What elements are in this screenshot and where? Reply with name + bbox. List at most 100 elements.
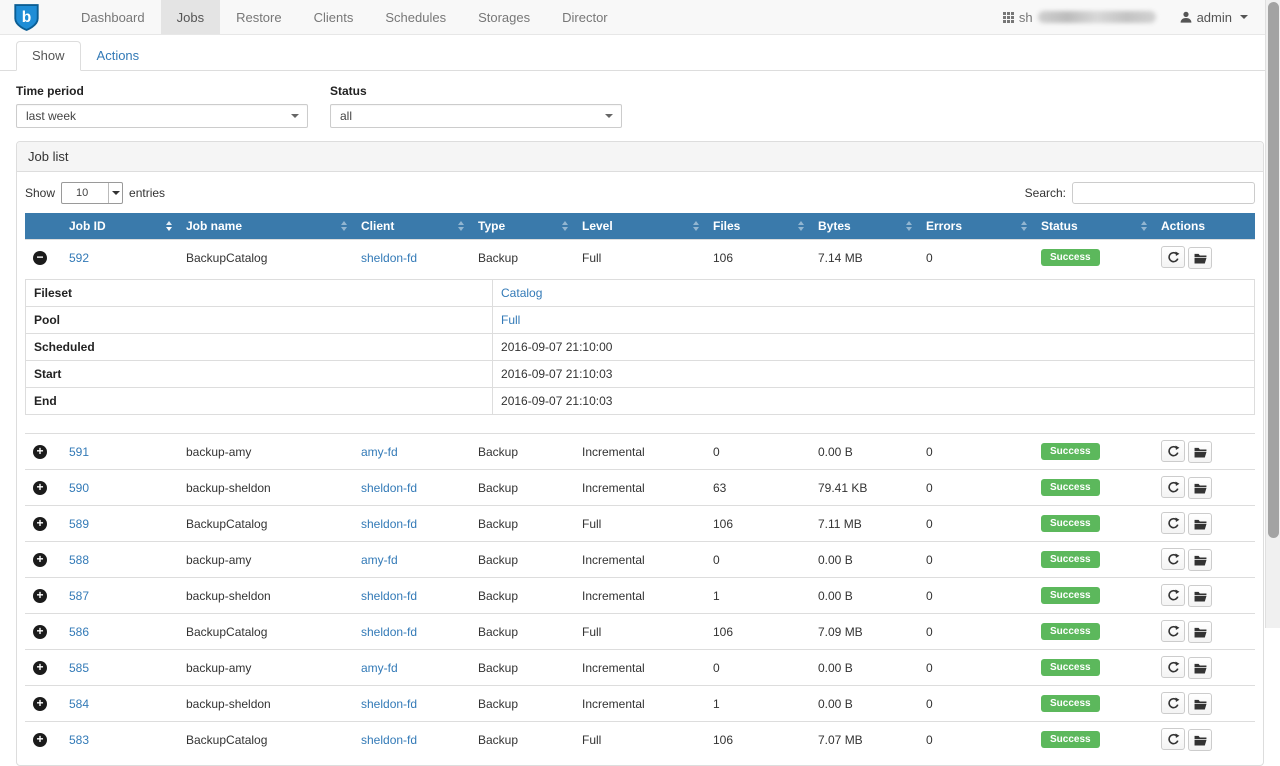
detail-row-pool: Pool Full: [26, 307, 1255, 334]
col-type[interactable]: Type: [470, 213, 574, 240]
client-link[interactable]: amy-fd: [361, 445, 398, 459]
cell-type: Backup: [470, 542, 574, 578]
job-id-link[interactable]: 588: [69, 553, 89, 567]
job-id-link[interactable]: 589: [69, 517, 89, 531]
rerun-job-button[interactable]: [1161, 728, 1185, 750]
cell-level: Full: [574, 240, 705, 276]
job-id-link[interactable]: 592: [69, 251, 89, 265]
job-row-584: +584backup-sheldonsheldon-fdBackupIncrem…: [25, 686, 1255, 722]
client-link[interactable]: amy-fd: [361, 553, 398, 567]
detail-row-fileset: FilesetCatalog: [26, 280, 1255, 307]
client-link[interactable]: sheldon-fd: [361, 697, 417, 711]
nav-item-storages[interactable]: Storages: [462, 0, 546, 34]
expand-row-icon[interactable]: +: [33, 733, 47, 747]
client-link[interactable]: sheldon-fd: [361, 625, 417, 639]
detail-value: Full: [493, 307, 1255, 334]
scrollbar-thumb[interactable]: [1268, 2, 1279, 538]
cell-bytes: 0.00 B: [810, 578, 918, 614]
cell-level: Full: [574, 722, 705, 758]
nav-item-schedules[interactable]: Schedules: [369, 0, 462, 34]
restore-job-button[interactable]: [1188, 621, 1212, 643]
restore-job-button[interactable]: [1188, 657, 1212, 679]
restore-job-button[interactable]: [1188, 693, 1212, 715]
col-client[interactable]: Client: [353, 213, 470, 240]
cell-job-id: 584: [61, 686, 178, 722]
col-status[interactable]: Status: [1033, 213, 1153, 240]
page-length-select[interactable]: 10: [61, 182, 123, 204]
nav-item-clients[interactable]: Clients: [298, 0, 370, 34]
detail-value-link[interactable]: Catalog: [501, 286, 542, 300]
detail-row-end: End2016-09-07 21:10:03: [26, 388, 1255, 415]
expand-row-icon[interactable]: +: [33, 481, 47, 495]
client-link[interactable]: sheldon-fd: [361, 481, 417, 495]
job-id-link[interactable]: 584: [69, 697, 89, 711]
col-bytes[interactable]: Bytes: [810, 213, 918, 240]
rerun-job-button[interactable]: [1161, 440, 1185, 462]
vertical-scrollbar[interactable]: [1265, 0, 1280, 628]
restore-job-button[interactable]: [1188, 729, 1212, 751]
job-id-link[interactable]: 586: [69, 625, 89, 639]
cell-status: Success: [1033, 650, 1153, 686]
rerun-job-button[interactable]: [1161, 656, 1185, 678]
client-link[interactable]: sheldon-fd: [361, 589, 417, 603]
filters-row: Time period last week Status all: [16, 84, 1264, 128]
rerun-job-button[interactable]: [1161, 246, 1185, 268]
cell-type: Backup: [470, 650, 574, 686]
job-id-link[interactable]: 591: [69, 445, 89, 459]
cell-errors: 0: [918, 722, 1033, 758]
tab-show[interactable]: Show: [16, 41, 81, 71]
nav-item-dashboard[interactable]: Dashboard: [65, 0, 161, 34]
restore-job-button[interactable]: [1188, 247, 1212, 269]
job-id-link[interactable]: 590: [69, 481, 89, 495]
expand-row-icon[interactable]: +: [33, 553, 47, 567]
tab-actions[interactable]: Actions: [81, 41, 156, 71]
col-job-name[interactable]: Job name: [178, 213, 353, 240]
col-errors[interactable]: Errors: [918, 213, 1033, 240]
director-host-menu[interactable]: sh: [1003, 10, 1156, 25]
rerun-job-button[interactable]: [1161, 584, 1185, 606]
collapse-row-icon[interactable]: −: [33, 251, 47, 265]
client-link[interactable]: sheldon-fd: [361, 251, 417, 265]
restore-job-button[interactable]: [1188, 477, 1212, 499]
detail-value-link[interactable]: Full: [501, 313, 520, 327]
rerun-job-button[interactable]: [1161, 512, 1185, 534]
expand-row-icon[interactable]: +: [33, 517, 47, 531]
user-dropdown[interactable]: admin: [1180, 10, 1248, 25]
cell-errors: 0: [918, 686, 1033, 722]
restore-job-button[interactable]: [1188, 549, 1212, 571]
bareos-logo[interactable]: b: [14, 0, 65, 34]
rerun-job-button[interactable]: [1161, 548, 1185, 570]
col-files[interactable]: Files: [705, 213, 810, 240]
nav-item-director[interactable]: Director: [546, 0, 624, 34]
cell-files: 106: [705, 614, 810, 650]
nav-item-restore[interactable]: Restore: [220, 0, 298, 34]
cell-actions: [1153, 578, 1255, 614]
status-select[interactable]: all: [330, 104, 622, 128]
expand-row-icon[interactable]: +: [33, 589, 47, 603]
rerun-job-button[interactable]: [1161, 476, 1185, 498]
client-link[interactable]: amy-fd: [361, 661, 398, 675]
job-id-link[interactable]: 585: [69, 661, 89, 675]
cell-expand: −: [25, 240, 61, 276]
detail-label: Pool: [26, 307, 493, 334]
expand-row-icon[interactable]: +: [33, 697, 47, 711]
job-id-link[interactable]: 583: [69, 733, 89, 747]
restore-job-button[interactable]: [1188, 441, 1212, 463]
expand-row-icon[interactable]: +: [33, 625, 47, 639]
rerun-job-button[interactable]: [1161, 692, 1185, 714]
time-period-select[interactable]: last week: [16, 104, 308, 128]
col-level[interactable]: Level: [574, 213, 705, 240]
restore-job-button[interactable]: [1188, 513, 1212, 535]
client-link[interactable]: sheldon-fd: [361, 733, 417, 747]
client-link[interactable]: sheldon-fd: [361, 517, 417, 531]
expand-row-icon[interactable]: +: [33, 661, 47, 675]
col-job-id[interactable]: Job ID: [61, 213, 178, 240]
rerun-job-button[interactable]: [1161, 620, 1185, 642]
cell-level: Incremental: [574, 650, 705, 686]
nav-item-jobs[interactable]: Jobs: [161, 0, 220, 34]
restore-job-button[interactable]: [1188, 585, 1212, 607]
job-id-link[interactable]: 587: [69, 589, 89, 603]
search-input[interactable]: [1072, 182, 1255, 204]
cell-files: 106: [705, 506, 810, 542]
expand-row-icon[interactable]: +: [33, 445, 47, 459]
